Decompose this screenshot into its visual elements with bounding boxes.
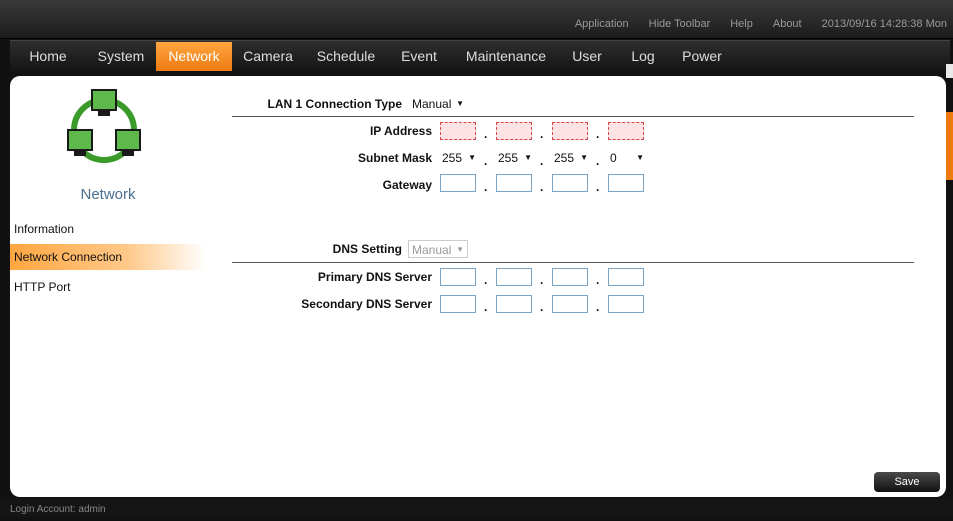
about-link[interactable]: About	[773, 18, 802, 30]
chevron-down-icon: ▼	[456, 245, 464, 254]
separator-dot: .	[596, 180, 600, 194]
separator-dot: .	[596, 154, 600, 168]
primary-dns-octet-2[interactable]	[496, 268, 532, 286]
ip-address-octet-4[interactable]	[608, 122, 644, 140]
separator-dot: .	[540, 300, 544, 314]
main-panel: LAN 1 Connection Type Manual ▼ IP Addres…	[206, 76, 946, 497]
lan-connection-type-select[interactable]: Manual ▼	[408, 94, 468, 112]
separator-dot: .	[484, 127, 488, 141]
primary-dns-octet-1[interactable]	[440, 268, 476, 286]
sidebar-item-http-port[interactable]: HTTP Port	[10, 274, 206, 300]
main-nav: Home System Network Camera Schedule Even…	[10, 40, 950, 71]
lan-connection-type-label: LAN 1 Connection Type	[267, 97, 402, 111]
tab-user[interactable]: User	[562, 42, 612, 71]
lan-connection-type-value: Manual	[412, 97, 452, 111]
dns-setting-select[interactable]: Manual ▼	[408, 240, 468, 258]
separator-dot: .	[596, 127, 600, 141]
chevron-down-icon: ▼	[456, 99, 464, 108]
application-link[interactable]: Application	[575, 18, 629, 30]
separator-dot: .	[484, 180, 488, 194]
separator-dot: .	[484, 300, 488, 314]
sidebar-item-network-connection[interactable]: Network Connection	[10, 244, 206, 270]
subnet-mask-octet-1-value: 255	[442, 151, 463, 165]
secondary-dns-octet-3[interactable]	[552, 295, 588, 313]
network-icon	[67, 89, 141, 163]
subnet-mask-octet-3[interactable]: 255 ▼	[550, 148, 592, 166]
edge-marker	[946, 64, 953, 78]
subnet-mask-octet-4-value: 0	[610, 151, 617, 165]
dns-setting-label: DNS Setting	[332, 242, 402, 256]
primary-dns-octet-3[interactable]	[552, 268, 588, 286]
separator-dot: .	[484, 154, 488, 168]
separator-dot: .	[540, 180, 544, 194]
tab-event[interactable]: Event	[388, 42, 450, 71]
ip-address-octet-1[interactable]	[440, 122, 476, 140]
subnet-mask-octet-3-value: 255	[554, 151, 575, 165]
toolbar-links: Application Hide Toolbar Help About 2013…	[575, 18, 947, 30]
gateway-octet-1[interactable]	[440, 174, 476, 192]
gateway-label: Gateway	[382, 178, 432, 192]
subnet-mask-label: Subnet Mask	[357, 151, 432, 165]
primary-dns-label: Primary DNS Server	[317, 270, 432, 284]
primary-dns-octet-4[interactable]	[608, 268, 644, 286]
chevron-down-icon: ▼	[580, 153, 588, 162]
gateway-octet-3[interactable]	[552, 174, 588, 192]
ip-address-label: IP Address	[369, 124, 432, 138]
separator-dot: .	[596, 273, 600, 287]
separator-dot: .	[484, 273, 488, 287]
tab-log[interactable]: Log	[612, 42, 674, 71]
dns-setting-value: Manual	[412, 243, 452, 257]
chevron-down-icon: ▼	[524, 153, 532, 162]
top-toolbar: Application Hide Toolbar Help About 2013…	[0, 0, 953, 39]
divider	[232, 262, 914, 263]
subnet-mask-octet-2[interactable]: 255 ▼	[494, 148, 536, 166]
subnet-mask-octet-4[interactable]: 0 ▼	[606, 148, 648, 166]
chevron-down-icon: ▼	[468, 153, 476, 162]
side-collapse-tab[interactable]	[946, 112, 953, 180]
sidebar: Network Information Network Connection H…	[10, 76, 206, 497]
secondary-dns-octet-1[interactable]	[440, 295, 476, 313]
tab-network[interactable]: Network	[156, 42, 232, 71]
separator-dot: .	[540, 154, 544, 168]
tab-home[interactable]: Home	[10, 42, 86, 71]
gateway-octet-2[interactable]	[496, 174, 532, 192]
tab-power[interactable]: Power	[674, 42, 730, 71]
login-account-text: Login Account: admin	[10, 504, 106, 515]
chevron-down-icon: ▼	[636, 153, 644, 162]
hide-toolbar-link[interactable]: Hide Toolbar	[649, 18, 711, 30]
ip-address-octet-3[interactable]	[552, 122, 588, 140]
ip-address-octet-2[interactable]	[496, 122, 532, 140]
help-link[interactable]: Help	[730, 18, 753, 30]
sidebar-title: Network	[80, 186, 136, 203]
secondary-dns-label: Secondary DNS Server	[301, 297, 432, 311]
subnet-mask-octet-1[interactable]: 255 ▼	[438, 148, 480, 166]
secondary-dns-octet-4[interactable]	[608, 295, 644, 313]
datetime-display: 2013/09/16 14:28:38 Mon	[821, 18, 947, 30]
tab-system[interactable]: System	[86, 42, 156, 71]
separator-dot: .	[540, 273, 544, 287]
tab-schedule[interactable]: Schedule	[304, 42, 388, 71]
tab-camera[interactable]: Camera	[232, 42, 304, 71]
secondary-dns-octet-2[interactable]	[496, 295, 532, 313]
sidebar-item-information[interactable]: Information	[10, 216, 206, 242]
save-button[interactable]: Save	[874, 472, 940, 492]
separator-dot: .	[540, 127, 544, 141]
tab-maintenance[interactable]: Maintenance	[450, 42, 562, 71]
subnet-mask-octet-2-value: 255	[498, 151, 519, 165]
gateway-octet-4[interactable]	[608, 174, 644, 192]
separator-dot: .	[596, 300, 600, 314]
divider	[232, 116, 914, 117]
status-bar: Login Account: admin	[0, 499, 953, 517]
